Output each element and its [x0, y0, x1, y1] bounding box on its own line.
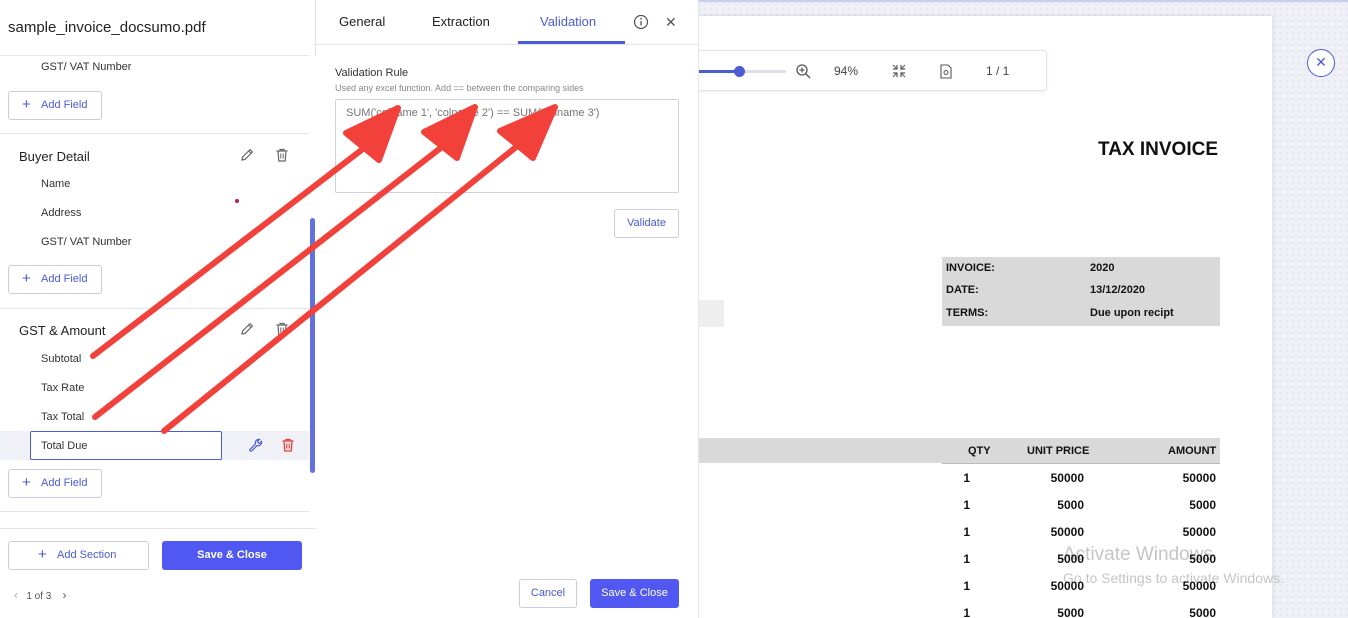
- cell-unit-price: 50000: [1050, 525, 1084, 539]
- windows-activation-hint: Go to Settings to activate Windows.: [1063, 570, 1284, 586]
- field-item[interactable]: Name: [41, 178, 70, 190]
- tab-general[interactable]: General: [339, 14, 385, 29]
- plus-icon: +: [22, 270, 31, 287]
- invoice-info-row: DATE: 13/12/2020: [942, 279, 1220, 301]
- info-key: TERMS:: [946, 307, 989, 319]
- cell-qty: 1: [963, 579, 970, 593]
- edit-icon[interactable]: [239, 147, 255, 163]
- info-key: DATE:: [946, 284, 979, 296]
- info-icon[interactable]: [633, 14, 649, 30]
- cell-amount: 5000: [1189, 552, 1216, 566]
- section-divider: [0, 133, 309, 134]
- info-value: 2020: [1090, 262, 1115, 274]
- invoice-info-row: INVOICE: 2020: [942, 257, 1220, 279]
- cell-amount: 50000: [1182, 471, 1216, 485]
- section-title-gst-amount: GST & Amount: [19, 323, 106, 338]
- info-value: 13/12/2020: [1090, 284, 1146, 296]
- chevron-right-icon[interactable]: ›: [63, 588, 67, 602]
- add-section-label: Add Section: [57, 549, 117, 561]
- section-divider: [0, 308, 309, 309]
- cell-amount: 50000: [1182, 579, 1216, 593]
- cell-unit-price: 50000: [1050, 579, 1084, 593]
- file-title: sample_invoice_docsumo.pdf: [8, 19, 206, 36]
- add-field-button[interactable]: + Add Field: [8, 469, 102, 498]
- cell-qty: 1: [963, 606, 970, 618]
- invoice-info-row: TERMS: Due upon recipt: [942, 302, 1220, 324]
- zoom-level: 94%: [834, 64, 859, 78]
- field-item-subtotal[interactable]: Subtotal: [41, 353, 81, 365]
- invoice-info-box: INVOICE: 2020 DATE: 13/12/2020 TERMS: Du…: [942, 257, 1220, 326]
- column-header-amount: AMOUNT: [1168, 445, 1217, 457]
- tabs-divider: [316, 44, 699, 45]
- tab-extraction[interactable]: Extraction: [432, 14, 490, 29]
- cell-qty: 1: [963, 552, 970, 566]
- wrench-icon[interactable]: [248, 437, 264, 453]
- close-icon: ✕: [1315, 54, 1327, 70]
- delete-field-icon[interactable]: [280, 437, 296, 453]
- cell-unit-price: 5000: [1057, 606, 1084, 618]
- close-panel-icon[interactable]: ✕: [665, 14, 677, 31]
- add-field-label: Add Field: [41, 99, 88, 111]
- section-divider: [0, 511, 309, 512]
- page-count: 1 of 3: [26, 591, 52, 602]
- field-item[interactable]: GST/ VAT Number: [41, 61, 131, 73]
- plus-icon: +: [38, 546, 47, 563]
- fields-panel: sample_invoice_docsumo.pdf GST/ VAT Numb…: [0, 0, 316, 618]
- invoice-title: TAX INVOICE: [1098, 139, 1218, 160]
- trash-icon[interactable]: [274, 147, 290, 163]
- column-header-unit-price: UNIT PRICE: [1027, 445, 1090, 457]
- cell-qty: 1: [963, 498, 970, 512]
- document-highlight: [698, 300, 724, 327]
- edit-icon[interactable]: [239, 321, 255, 337]
- cell-amount: 5000: [1189, 498, 1216, 512]
- zoom-slider-handle[interactable]: [733, 66, 745, 77]
- field-name-input[interactable]: [30, 431, 222, 460]
- field-item[interactable]: Address: [41, 207, 81, 219]
- info-key: INVOICE:: [946, 262, 995, 274]
- add-field-button[interactable]: + Add Field: [8, 265, 102, 294]
- validation-rule-label: Validation Rule: [335, 67, 409, 79]
- field-item[interactable]: GST/ VAT Number: [41, 236, 131, 248]
- viewer-toolbar: 94% 1 / 1: [690, 50, 1047, 91]
- save-and-close-button[interactable]: Save & Close: [590, 579, 679, 608]
- section-title-buyer-detail: Buyer Detail: [19, 149, 90, 164]
- validate-button[interactable]: Validate: [614, 209, 679, 238]
- close-viewer-button[interactable]: ✕: [1307, 49, 1335, 77]
- column-header-qty: QTY: [968, 445, 991, 457]
- cancel-button[interactable]: Cancel: [519, 579, 577, 608]
- cell-qty: 1: [963, 471, 970, 485]
- plus-icon: +: [22, 474, 31, 491]
- add-field-button[interactable]: + Add Field: [8, 91, 102, 120]
- cell-unit-price: 5000: [1057, 552, 1084, 566]
- add-field-label: Add Field: [41, 273, 88, 285]
- info-value: Due upon recipt: [1090, 307, 1174, 319]
- chevron-left-icon[interactable]: ‹: [14, 588, 18, 602]
- validation-rule-hint: Used any excel function. Add == between …: [335, 83, 584, 93]
- pagination: ‹ 1 of 3 ›: [14, 588, 67, 602]
- field-item-tax-rate[interactable]: Tax Rate: [41, 382, 84, 394]
- validation-rule-input[interactable]: [335, 99, 679, 193]
- page-view-icon[interactable]: [940, 64, 952, 79]
- cell-qty: 1: [963, 525, 970, 539]
- cell-amount: 5000: [1189, 606, 1216, 618]
- plus-icon: +: [22, 96, 31, 113]
- tab-validation[interactable]: Validation: [540, 14, 596, 29]
- table-divider: [942, 463, 1220, 464]
- scrollbar-thumb[interactable]: [310, 218, 315, 473]
- cell-amount: 50000: [1182, 525, 1216, 539]
- zoom-in-icon[interactable]: [795, 63, 811, 79]
- trash-icon[interactable]: [274, 321, 290, 337]
- fit-to-screen-icon[interactable]: [892, 64, 906, 78]
- save-and-close-button[interactable]: Save & Close: [162, 541, 302, 570]
- marker-dot: [235, 199, 239, 203]
- field-item-tax-total[interactable]: Tax Total: [41, 411, 84, 423]
- page-indicator: 1 / 1: [986, 64, 1010, 78]
- cell-unit-price: 50000: [1050, 471, 1084, 485]
- cell-unit-price: 5000: [1057, 498, 1084, 512]
- add-field-label: Add Field: [41, 477, 88, 489]
- items-table-header: [698, 438, 1220, 463]
- add-section-button[interactable]: + Add Section: [8, 541, 149, 570]
- divider: [0, 55, 309, 56]
